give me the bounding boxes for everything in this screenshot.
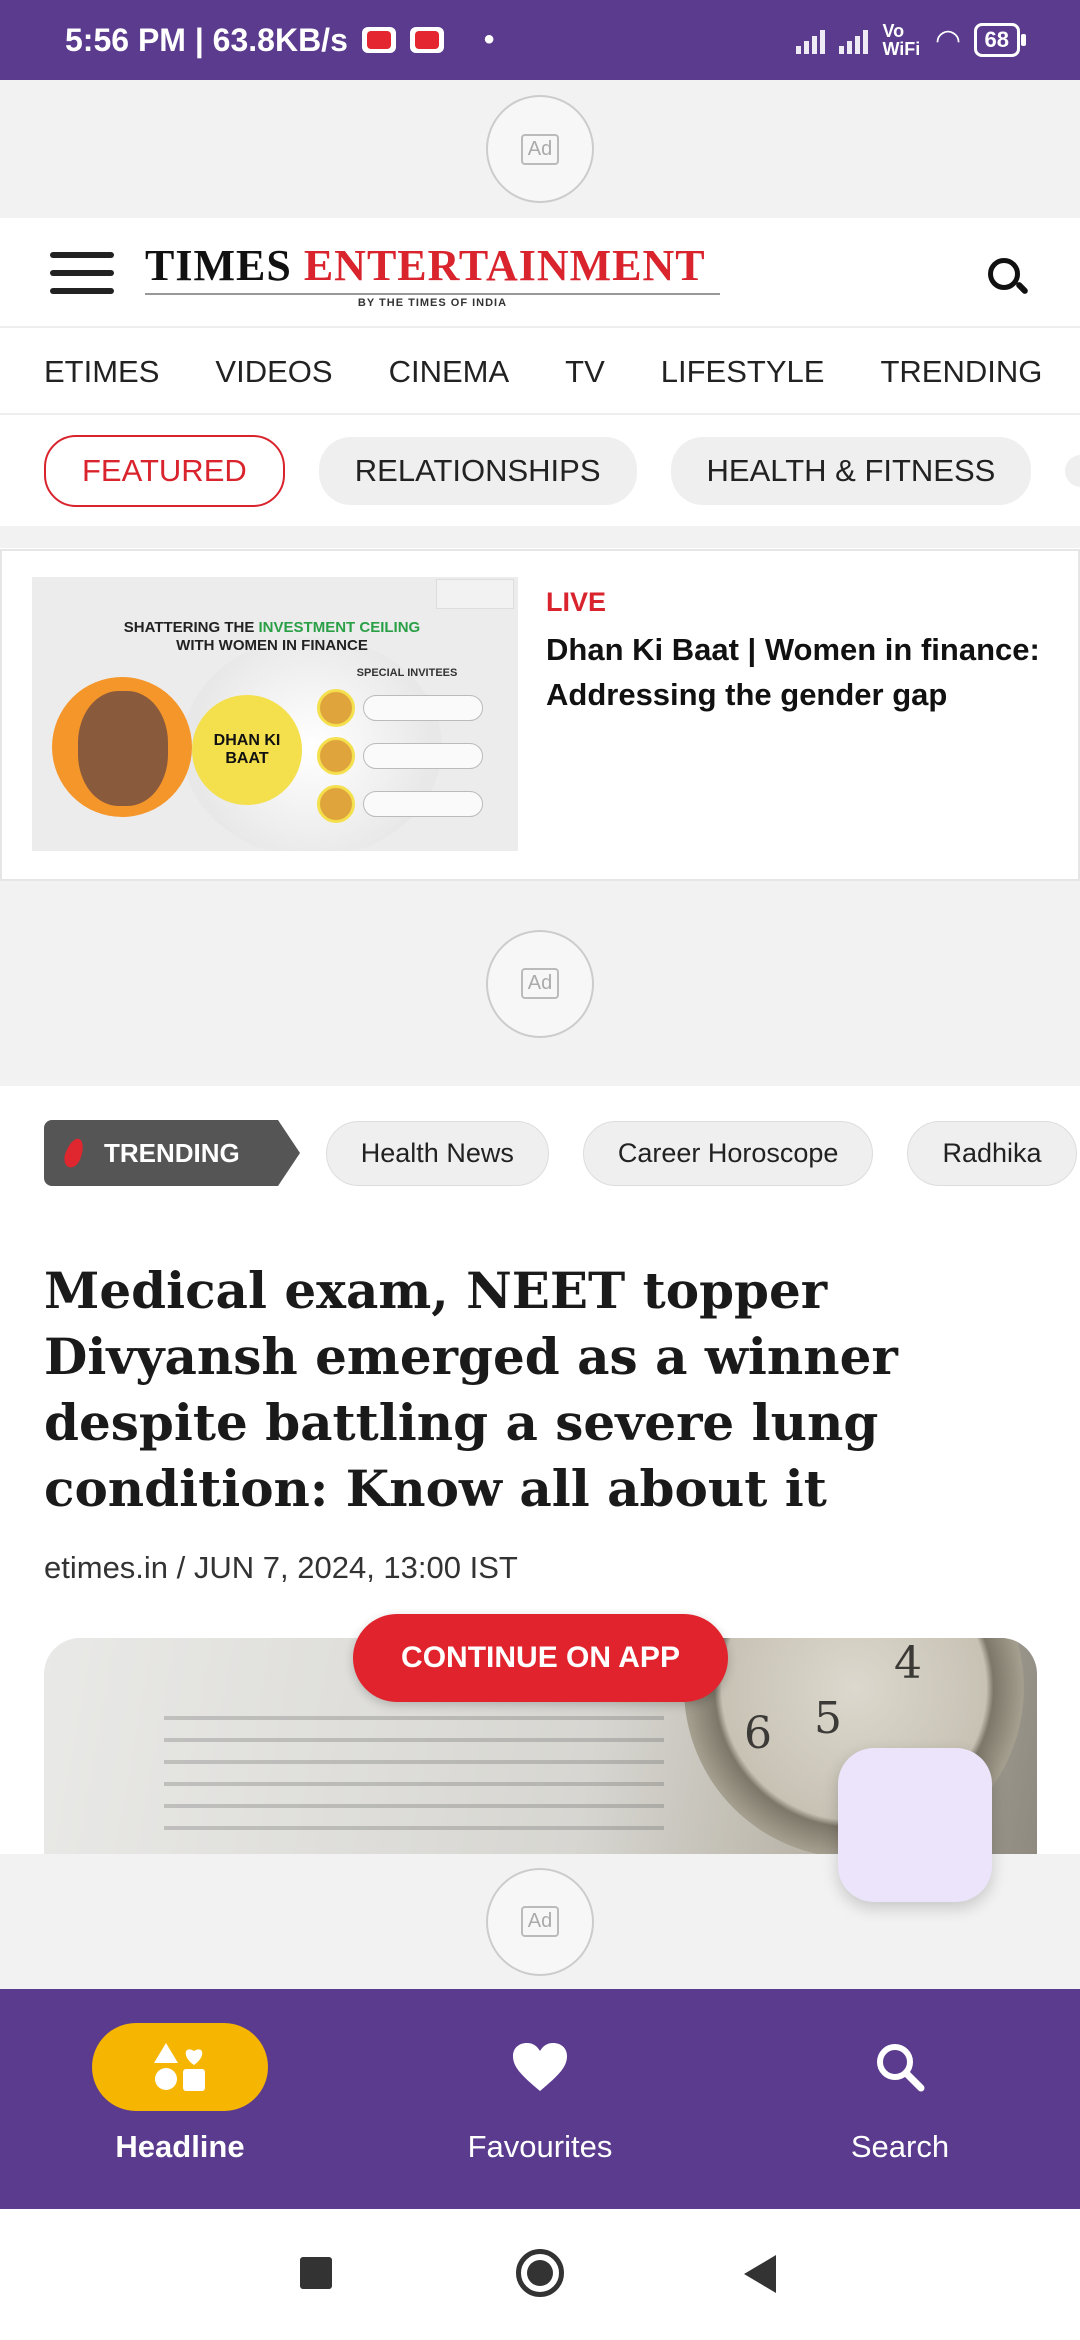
more-notifications-dot-icon: •	[483, 23, 495, 56]
trending-badge: TRENDING	[44, 1120, 300, 1186]
continue-on-app-button[interactable]: CONTINUE ON APP	[353, 1614, 728, 1702]
floating-action-button[interactable]	[838, 1748, 992, 1902]
tab-tv[interactable]: TV	[565, 354, 605, 390]
search-icon[interactable]	[988, 258, 1030, 298]
ad-placeholder-icon: Ad	[486, 95, 594, 203]
ad-placeholder-icon: Ad	[486, 1867, 594, 1976]
youtube-notification-icon	[361, 27, 396, 53]
chip-featured[interactable]: FEATURED	[44, 435, 285, 507]
ad-placeholder-icon: Ad	[486, 929, 594, 1038]
live-story-card[interactable]: SHATTERING THE INVESTMENT CEILING WITH WO…	[0, 549, 1080, 881]
ad-banner-top[interactable]: Ad	[0, 80, 1080, 218]
menu-icon[interactable]	[50, 252, 114, 296]
article-byline: etimes.in / JUN 7, 2024, 13:00 IST	[44, 1550, 518, 1585]
system-navigation-bar	[0, 2209, 1080, 2340]
section-tabs: ETIMES VIDEOS CINEMA TV LIFESTYLE TRENDI…	[0, 330, 1080, 415]
tab-cinema[interactable]: CINEMA	[389, 354, 510, 390]
chip-more[interactable]	[1065, 455, 1080, 487]
home-icon[interactable]	[516, 2249, 564, 2297]
bottom-nav-headline[interactable]: Headline	[0, 1989, 360, 2209]
trending-topics: TRENDING Health News Career Horoscope Ra…	[0, 1118, 1080, 1188]
chip-health-fitness[interactable]: HEALTH & FITNESS	[670, 437, 1032, 505]
sponsor-logo	[436, 579, 514, 609]
section-divider	[0, 526, 1080, 548]
live-story-thumbnail: SHATTERING THE INVESTMENT CEILING WITH WO…	[32, 577, 518, 851]
tab-videos[interactable]: VIDEOS	[215, 354, 332, 390]
status-time-speed: 5:56 PM | 63.8KB/s	[65, 21, 348, 58]
times-entertainment-logo[interactable]: TIMES ENTERTAINMENT BY THE TIMES OF INDI…	[145, 240, 720, 309]
article-headline: Medical exam, NEET topper Divyansh emerg…	[44, 1261, 898, 1518]
show-logo: DHAN KI BAAT	[192, 695, 302, 805]
app-header: TIMES ENTERTAINMENT BY THE TIMES OF INDI…	[0, 218, 1080, 328]
heart-icon	[452, 2023, 628, 2111]
tab-lifestyle[interactable]: LIFESTYLE	[661, 354, 825, 390]
flame-icon	[61, 1136, 87, 1170]
youtube-notification-icon-2	[409, 27, 444, 53]
trending-chip-radhika[interactable]: Radhika	[907, 1120, 1077, 1186]
recents-icon[interactable]	[300, 2257, 332, 2289]
signal-icon-2	[839, 26, 869, 54]
trending-chip-health-news[interactable]: Health News	[325, 1120, 549, 1186]
ad-banner-middle[interactable]: Ad	[0, 881, 1080, 1086]
vowifi-label: Vo WiFi	[882, 21, 921, 59]
wifi-icon: ◠	[936, 23, 960, 57]
bottom-nav-favourites[interactable]: Favourites	[360, 1989, 720, 2209]
category-chips: FEATURED RELATIONSHIPS HEALTH & FITNESS	[0, 418, 1080, 524]
back-icon[interactable]	[744, 2255, 776, 2293]
invitees-panel: SPECIAL INVITEES	[317, 667, 497, 823]
tab-etimes[interactable]: ETIMES	[44, 354, 159, 390]
chip-relationships[interactable]: RELATIONSHIPS	[318, 437, 637, 505]
bottom-nav-search[interactable]: Search	[720, 1989, 1080, 2209]
host-photo	[52, 677, 192, 817]
tab-trending[interactable]: TRENDING	[880, 354, 1042, 390]
bottom-navigation: Headline Favourites Search	[0, 1989, 1080, 2209]
status-bar: 5:56 PM | 63.8KB/s • Vo WiFi ◠ 68	[0, 0, 1080, 80]
live-badge: LIVE	[546, 587, 607, 617]
search-icon	[812, 2023, 988, 2111]
live-story-title[interactable]: Dhan Ki Baat | Women in finance: Address…	[546, 627, 1046, 717]
shapes-icon	[92, 2023, 268, 2111]
signal-icon	[796, 26, 826, 54]
trending-chip-career-horoscope[interactable]: Career Horoscope	[582, 1120, 874, 1186]
battery-icon: 68	[973, 23, 1027, 57]
